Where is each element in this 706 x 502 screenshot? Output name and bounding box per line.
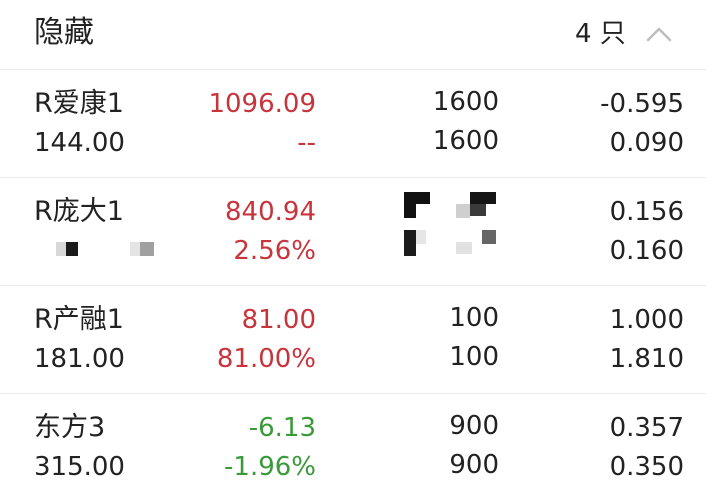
change-value: -1.96% — [224, 452, 316, 482]
change-value: -- — [297, 128, 316, 158]
rate-value-2: 0.350 — [609, 452, 684, 482]
security-sub-value: 144.00 — [34, 128, 125, 158]
change-value: 81.00% — [216, 344, 316, 374]
list-item[interactable]: 东方3 315.00 -6.13 -1.96% 900 900 0.357 0.… — [0, 394, 706, 502]
security-sub-value: 181.00 — [34, 344, 125, 374]
rate-value: -0.595 — [600, 89, 684, 119]
rate-value: 1.000 — [609, 305, 684, 335]
chevron-up-icon[interactable] — [644, 20, 674, 50]
volume-value-2: 100 — [449, 342, 499, 372]
price-value: -6.13 — [248, 413, 316, 443]
price-value: 81.00 — [241, 305, 316, 335]
rate-value-2: 0.160 — [609, 236, 684, 266]
security-name: R庞大1 — [34, 196, 124, 227]
rate-value-2: 1.810 — [609, 344, 684, 374]
security-sub-value: 315.00 — [34, 452, 125, 482]
section-title: 隐藏 — [34, 15, 94, 50]
rate-value: 0.357 — [609, 413, 684, 443]
price-value: 840.94 — [225, 197, 316, 227]
change-value: 2.56% — [233, 236, 316, 266]
volume-value: 900 — [449, 411, 499, 441]
volume-value: 1600 — [432, 87, 499, 117]
security-name: 东方3 — [34, 412, 106, 443]
list-item[interactable]: R爱康1 144.00 1096.09 -- 1600 1600 -0.595 … — [0, 70, 706, 178]
rate-value: 0.156 — [609, 197, 684, 227]
hidden-section-header[interactable]: 隐藏 4 只 — [0, 0, 706, 70]
redacted-sub-value — [56, 242, 160, 258]
volume-value-2: 1600 — [432, 126, 499, 156]
price-value: 1096.09 — [208, 89, 316, 119]
redacted-volume — [404, 190, 500, 258]
security-name: R爱康1 — [34, 88, 124, 119]
list-item[interactable]: R庞大1 840.94 2.56% 0.156 0.160 — [0, 178, 706, 286]
security-name: R产融1 — [34, 304, 124, 335]
volume-value: 100 — [449, 303, 499, 333]
volume-value-2: 900 — [449, 450, 499, 480]
item-count: 4 只 — [575, 19, 626, 49]
rate-value-2: 0.090 — [609, 128, 684, 158]
list-item[interactable]: R产融1 181.00 81.00 81.00% 100 100 1.000 1… — [0, 286, 706, 394]
